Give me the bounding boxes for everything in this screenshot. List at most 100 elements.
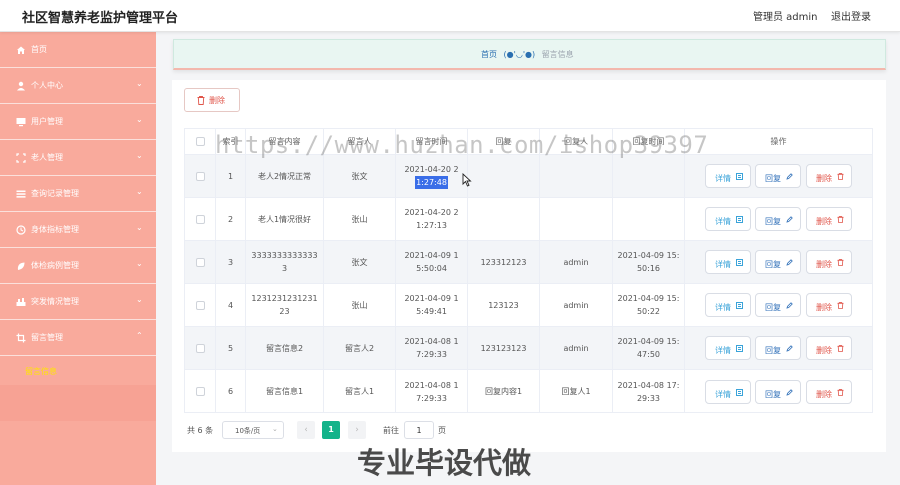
- reply-button[interactable]: 回复: [755, 207, 801, 231]
- time-line-1: 2021-04-20 2: [404, 165, 459, 174]
- trash-icon: [837, 388, 844, 396]
- app-title: 社区智慧养老监护管理平台: [22, 11, 179, 26]
- sidebar-item-medical-records[interactable]: 体检病例管理 ⌄: [0, 248, 156, 284]
- delete-button[interactable]: 删除: [806, 379, 852, 404]
- time-line-1: 2021-04-08 1: [404, 380, 459, 390]
- edit-icon: [786, 388, 793, 396]
- mouse-cursor-icon: [462, 173, 472, 187]
- sidebar-item-query-records[interactable]: 查询记录管理 ⌄: [0, 176, 156, 212]
- row-checkbox[interactable]: [195, 387, 205, 396]
- view-button[interactable]: 详情: [705, 379, 751, 404]
- delete-button[interactable]: 删除: [806, 336, 852, 360]
- header-select-cell: [185, 129, 216, 154]
- sidebar: 首页 个人中心 ⌄ 用户管理 ⌄ 老人管理 ⌄ 查询记录管理 ⌄ 身体指标管理 …: [0, 32, 156, 485]
- goto-page-input[interactable]: [404, 421, 434, 439]
- list-icon: [16, 190, 26, 198]
- trash-icon: [197, 96, 205, 105]
- view-button[interactable]: 详情: [705, 293, 751, 317]
- cell-reply-time: [613, 155, 685, 197]
- sidebar-subitem-messages[interactable]: 留言信息: [25, 366, 57, 377]
- doc-icon: [736, 259, 743, 266]
- watermark-banner: 专业毕设代做: [357, 446, 532, 480]
- view-label: 详情: [715, 260, 731, 269]
- time-line-2: 7:29:33: [416, 350, 447, 359]
- delete-label: 删除: [816, 303, 832, 312]
- logout-link[interactable]: 退出登录: [831, 8, 871, 23]
- chevron-down-icon: ⌄: [136, 187, 143, 196]
- cell-time: 2021-04-20 2 1:27:13: [396, 198, 468, 240]
- row-select-cell: [185, 284, 216, 326]
- view-label: 详情: [715, 174, 731, 183]
- cell-replier: 回复人1: [540, 370, 613, 413]
- time-line-1: 2021-04-09 1: [404, 251, 459, 260]
- delete-button[interactable]: 删除: [806, 250, 852, 274]
- next-page-button[interactable]: ›: [348, 421, 366, 439]
- sidebar-item-personal-center[interactable]: 个人中心 ⌄: [0, 68, 156, 104]
- chevron-down-icon: ⌄: [136, 151, 143, 160]
- breadcrumb-separator: (●'◡'●): [503, 50, 536, 59]
- prev-page-button[interactable]: ‹: [297, 421, 315, 439]
- chevron-down-icon: ⌄: [136, 259, 143, 268]
- view-label: 详情: [715, 346, 731, 355]
- header-actions: 操作: [770, 137, 787, 146]
- cell-replier: admin: [540, 241, 613, 283]
- table-row: 1 老人2情况正常 张文 2021-04-20 2 1:27:48 详情 回复 …: [185, 155, 872, 198]
- sidebar-item-label: 留言管理: [31, 333, 63, 342]
- row-checkbox[interactable]: [195, 343, 205, 353]
- page-size-select[interactable]: 10条/页 ⌄: [222, 421, 284, 439]
- delete-button[interactable]: 删除: [806, 293, 852, 317]
- row-checkbox[interactable]: [195, 214, 205, 224]
- cell-reply-time: 2021-04-09 15:47:50: [613, 327, 685, 369]
- reply-button[interactable]: 回复: [755, 379, 801, 404]
- row-checkbox[interactable]: [195, 300, 205, 310]
- cell-replier: [540, 198, 613, 240]
- delete-label: 删除: [816, 217, 832, 226]
- sidebar-item-elder-management[interactable]: 老人管理 ⌄: [0, 140, 156, 176]
- time-line-1: 2021-04-08 1: [404, 337, 459, 346]
- cell-time: 2021-04-08 1 7:29:33: [396, 370, 468, 413]
- leaf-icon: [17, 262, 25, 270]
- selected-text: 1:27:48: [415, 176, 448, 189]
- view-button[interactable]: 详情: [705, 164, 751, 188]
- sidebar-item-body-metrics[interactable]: 身体指标管理 ⌄: [0, 212, 156, 248]
- chevron-down-icon: ⌄: [136, 295, 143, 304]
- reply-button[interactable]: 回复: [755, 336, 801, 360]
- select-all-checkbox[interactable]: [195, 137, 205, 146]
- cell-reply: 回复内容1: [468, 370, 540, 413]
- row-checkbox[interactable]: [195, 257, 205, 267]
- reply-label: 回复: [765, 346, 781, 355]
- row-select-cell: [185, 327, 216, 369]
- cell-content: 留言信息2: [246, 327, 324, 369]
- sidebar-item-label: 查询记录管理: [31, 189, 79, 198]
- monitor-icon: [16, 118, 26, 127]
- breadcrumb-home[interactable]: 首页: [481, 50, 497, 59]
- page-number-button[interactable]: 1: [322, 421, 340, 439]
- table-row: 3 33333333333333 张文 2021-04-09 1 5:50:04…: [185, 241, 872, 284]
- sidebar-item-message-management[interactable]: 留言管理 ⌃: [0, 320, 156, 356]
- trash-icon: [837, 345, 844, 352]
- delete-button[interactable]: 删除: [806, 164, 852, 188]
- cell-replier: admin: [540, 284, 613, 326]
- crop-icon: [16, 333, 26, 343]
- cell-reply-time: 2021-04-08 17:29:33: [613, 370, 685, 413]
- cell-author: 张文: [324, 155, 396, 197]
- reply-button[interactable]: 回复: [755, 250, 801, 274]
- view-button[interactable]: 详情: [705, 250, 751, 274]
- sidebar-item-emergencies[interactable]: 突发情况管理 ⌄: [0, 284, 156, 320]
- delete-button[interactable]: 删除: [806, 207, 852, 231]
- sidebar-item-home[interactable]: 首页: [0, 32, 156, 68]
- sidebar-item-user-management[interactable]: 用户管理 ⌄: [0, 104, 156, 140]
- row-checkbox[interactable]: [195, 171, 205, 181]
- cell-reply-time: [613, 198, 685, 240]
- view-button[interactable]: 详情: [705, 207, 751, 231]
- view-button[interactable]: 详情: [705, 336, 751, 360]
- breadcrumb: 首页 (●'◡'●) 留言信息: [481, 49, 574, 60]
- batch-delete-button[interactable]: 删除: [184, 88, 240, 112]
- cell-reply: 123312123: [468, 241, 540, 283]
- trash-icon: [837, 259, 844, 266]
- cell-index: 3: [216, 241, 246, 283]
- chevron-up-icon: ⌃: [136, 331, 143, 340]
- reply-button[interactable]: 回复: [755, 164, 801, 188]
- row-select-cell: [185, 241, 216, 283]
- reply-button[interactable]: 回复: [755, 293, 801, 317]
